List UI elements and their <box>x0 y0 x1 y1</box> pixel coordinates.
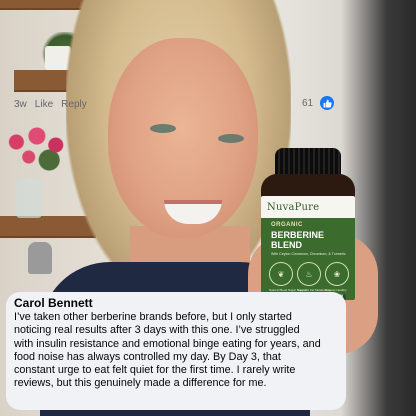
comment-bubble: Carol Bennett I’ve taken other berberine… <box>6 292 346 410</box>
comment-time: 3w <box>14 99 27 110</box>
thumbs-up-glyph <box>323 99 332 107</box>
like-button[interactable]: Like <box>35 99 53 110</box>
comment-text: I’ve taken other berberine brands before… <box>14 311 321 390</box>
thumbs-up-icon[interactable] <box>320 96 334 110</box>
left-eye <box>150 124 176 133</box>
comment-author[interactable]: Carol Bennett <box>14 296 338 311</box>
right-eye <box>218 134 244 143</box>
product-name-line2: BLEND <box>271 240 302 250</box>
supplement-bottle: NuvaPure ORGANIC BERBERINE BLEND With Ce… <box>261 148 355 300</box>
product-name: BERBERINE BLEND <box>271 230 353 250</box>
leaf-icon: ❦ <box>269 262 293 286</box>
bottle-label: NuvaPure ORGANIC BERBERINE BLEND With Ce… <box>261 196 355 300</box>
stomach-icon: ❀ <box>325 262 349 286</box>
kettle <box>28 242 52 274</box>
product-name-line1: BERBERINE <box>271 230 325 240</box>
organic-text: ORGANIC <box>271 222 303 228</box>
glass-vase <box>16 178 42 218</box>
flame-icon: ♨ <box>297 262 321 286</box>
comment-actions: 3w Like Reply <box>14 99 87 110</box>
product-subtitle: With Ceylon Cinnamon, Chromium, & Turmer… <box>271 252 346 256</box>
reaction-count[interactable]: 61 <box>302 98 313 109</box>
reply-button[interactable]: Reply <box>61 99 87 110</box>
brand-name: NuvaPure <box>267 202 320 213</box>
